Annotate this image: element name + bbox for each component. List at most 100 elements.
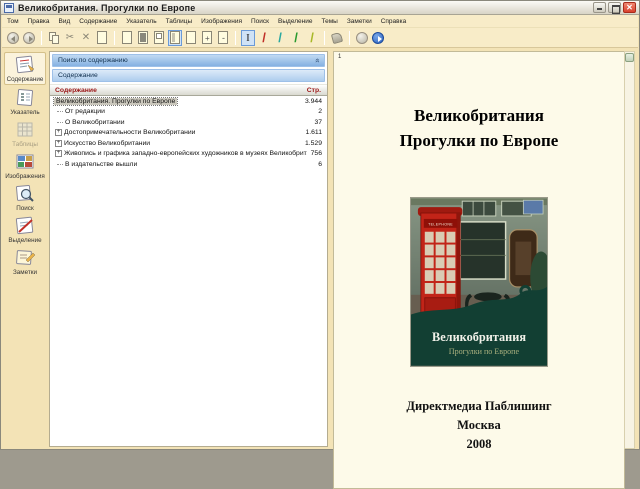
expand-icon[interactable]: +	[55, 140, 62, 147]
toc-row[interactable]: + Искусство Великобритании 1.529	[50, 138, 327, 149]
book-page: 1 Великобритания Прогулки по Европе	[333, 51, 625, 489]
menu-images[interactable]: Изображения	[201, 18, 242, 25]
toc-section-header[interactable]: Содержание	[52, 69, 325, 82]
toc-row-page: 756	[307, 150, 322, 157]
book-title-line1: Великобритания	[334, 104, 624, 129]
menu-search[interactable]: Поиск	[251, 18, 269, 25]
sidebar-tab-label: Таблицы	[4, 141, 46, 148]
cover-title: Великобритания	[432, 330, 526, 344]
expand-icon[interactable]: +	[55, 150, 62, 157]
cut-button[interactable]: ✂	[63, 30, 77, 46]
toc-search-header[interactable]: Поиск по содержанию »	[52, 54, 325, 67]
delete-button[interactable]: ✕	[79, 30, 93, 46]
app-icon[interactable]	[4, 3, 14, 13]
toc-row-label[interactable]: Живопись и графика западно-европейских х…	[64, 150, 307, 157]
teal-marker-tool[interactable]: /	[273, 30, 287, 46]
view-page-filled-button[interactable]	[136, 30, 150, 46]
menu-volume[interactable]: Том	[7, 18, 19, 25]
toc-row[interactable]: О Великобритании 37	[50, 117, 327, 128]
menu-selection[interactable]: Выделение	[278, 18, 312, 25]
history-forward-button[interactable]	[22, 30, 36, 46]
view-page-outline-button[interactable]	[120, 30, 134, 46]
scrollbar-thumb[interactable]	[625, 53, 634, 62]
menu-index[interactable]: Указатель	[126, 18, 156, 25]
tree-connector	[57, 164, 63, 165]
toc-row[interactable]: От редакции 2	[50, 107, 327, 118]
sidebar-tab-label: Содержание	[5, 76, 45, 83]
menu-edit[interactable]: Правка	[28, 18, 50, 25]
red-marker-tool[interactable]: /	[257, 30, 271, 46]
contents-icon	[13, 55, 37, 75]
main-area: Содержание Указатель	[2, 48, 638, 449]
copy-button[interactable]	[47, 30, 61, 46]
toc-section-header-label: Содержание	[58, 72, 98, 79]
toc-row[interactable]: В издательстве вышли 6	[50, 159, 327, 170]
menu-view[interactable]: Вид	[59, 18, 71, 25]
toc-row-label[interactable]: В издательстве вышли	[65, 161, 137, 168]
toc-row-label[interactable]: От редакции	[65, 108, 105, 115]
page-scrollbar[interactable]	[624, 51, 635, 449]
stamp-tool[interactable]	[330, 30, 344, 46]
toc-row[interactable]: + Достопримечательности Великобритании 1…	[50, 128, 327, 139]
toc-search-header-label: Поиск по содержанию	[58, 57, 128, 64]
sidebar-tab-tables: Таблицы	[4, 118, 46, 149]
toolbar-separator	[349, 31, 350, 45]
toc-row-page: 6	[314, 161, 322, 168]
view-page-split-button[interactable]	[168, 30, 182, 46]
menu-notes[interactable]: Заметки	[347, 18, 372, 25]
toc-row-page: 1.611	[301, 129, 322, 136]
close-button[interactable]: ✕	[623, 2, 636, 13]
clipboard-page-button[interactable]	[95, 30, 109, 46]
next-page-button[interactable]	[371, 30, 385, 46]
sidebar-tabstrip: Содержание Указатель	[2, 48, 48, 449]
book-title: Великобритания Прогулки по Европе	[334, 104, 624, 153]
collapse-icon[interactable]: »	[312, 58, 321, 62]
page-number: 1	[338, 54, 341, 60]
tree-connector	[57, 111, 63, 112]
toc-row-label[interactable]: Искусство Великобритании	[64, 140, 150, 147]
toolbar-separator	[324, 31, 325, 45]
column-title: Содержание	[50, 87, 97, 94]
toc-row[interactable]: Великобритания. Прогулки по Европе 3.944	[50, 96, 327, 107]
green-marker-tool[interactable]: /	[289, 30, 303, 46]
sidebar-tab-contents[interactable]: Содержание	[4, 52, 46, 85]
menu-help[interactable]: Справка	[381, 18, 407, 25]
sidebar-tab-notes[interactable]: Заметки	[4, 246, 46, 277]
expand-icon[interactable]: +	[55, 129, 62, 136]
yellow-marker-tool[interactable]: /	[305, 30, 319, 46]
sidebar-tab-index[interactable]: Указатель	[4, 86, 46, 117]
highlight-icon	[13, 216, 37, 236]
minimize-button[interactable]	[593, 2, 606, 13]
text-cursor-tool[interactable]: I	[241, 30, 255, 46]
toc-panel: Поиск по содержанию » Содержание Содержа…	[49, 51, 328, 447]
cover-subtitle: Прогулки по Европе	[449, 347, 520, 356]
view-page-thumbnail-button[interactable]	[152, 30, 166, 46]
sidebar-tab-images[interactable]: Изображения	[4, 150, 46, 181]
sidebar-tab-highlight[interactable]: Выделение	[4, 214, 46, 245]
tree-connector	[57, 122, 63, 123]
search-icon	[13, 184, 37, 204]
zoom-out-page-button[interactable]	[216, 30, 230, 46]
toc-column-header: Содержание Стр.	[50, 84, 327, 96]
publisher-year: 2008	[334, 435, 624, 454]
toc-row-page: 37	[310, 119, 322, 126]
sidebar-tab-label: Заметки	[4, 269, 46, 276]
publisher-block: Директмедиа Паблишинг Москва 2008	[334, 397, 624, 453]
toc-row-label[interactable]: О Великобритании	[65, 119, 125, 126]
toolbar-separator	[235, 31, 236, 45]
sidebar-tab-label: Указатель	[4, 109, 46, 116]
menu-tables[interactable]: Таблицы	[166, 18, 193, 25]
maximize-button[interactable]	[608, 2, 621, 13]
toc-row-label[interactable]: Достопримечательности Великобритании	[64, 129, 195, 136]
menu-contents[interactable]: Содержание	[79, 18, 117, 25]
toc-row-page: 1.529	[301, 140, 322, 147]
menu-themes[interactable]: Темы	[321, 18, 337, 25]
view-page-plain-button[interactable]	[184, 30, 198, 46]
toc-row[interactable]: + Живопись и графика западно-европейских…	[50, 149, 327, 160]
sidebar-tab-search[interactable]: Поиск	[4, 182, 46, 213]
toc-row-label[interactable]: Великобритания. Прогулки по Европе	[54, 98, 177, 105]
booth-sign-text: TELEPHONE	[428, 223, 453, 227]
history-back-button[interactable]	[6, 30, 20, 46]
prev-page-button[interactable]	[355, 30, 369, 46]
zoom-in-page-button[interactable]	[200, 30, 214, 46]
